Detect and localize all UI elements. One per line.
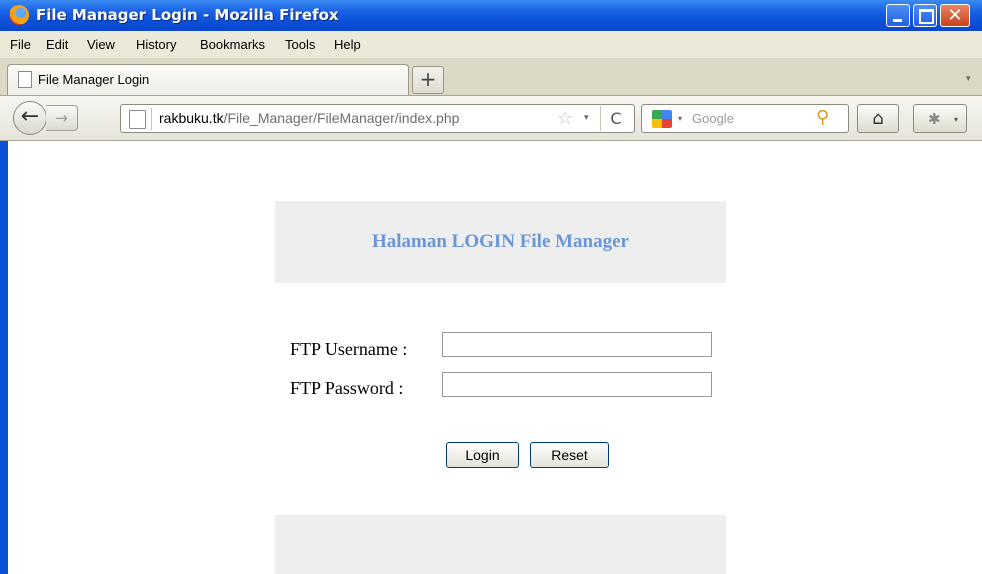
navigation-toolbar: ← → rakbuku.tk/File_Manager/FileManager/… [0,96,982,141]
tab-strip: File Manager Login + ▾ [0,58,982,96]
close-button[interactable]: ✕ [940,4,970,27]
tab-list-icon[interactable]: ▾ [966,74,971,84]
page-content: Halaman LOGIN File Manager FTP Username … [0,141,982,574]
url-divider [151,108,152,130]
new-tab-button[interactable]: + [412,66,444,94]
home-icon: ⌂ [872,108,884,129]
url-bar[interactable]: rakbuku.tk/File_Manager/FileManager/inde… [120,104,635,133]
url-text[interactable]: rakbuku.tk/File_Manager/FileManager/inde… [159,110,459,126]
page-icon [18,71,32,88]
plus-icon: + [419,67,437,91]
url-host: rakbuku.tk [159,110,224,126]
addon-button[interactable]: ✱ ▾ [913,104,967,133]
back-icon: ← [20,104,40,129]
login-header-box: Halaman LOGIN File Manager [275,201,726,283]
menu-file[interactable]: File [10,37,31,52]
window-title: File Manager Login - Mozilla Firefox [36,6,339,24]
search-input[interactable]: Google [692,111,734,126]
search-icon[interactable]: ⚲ [816,107,829,128]
home-button[interactable]: ⌂ [857,104,899,133]
maximize-button[interactable] [913,4,937,27]
reload-button[interactable]: C [600,106,631,131]
username-input[interactable] [442,332,712,357]
forward-button[interactable]: → [46,105,78,131]
search-bar[interactable]: ▾ Google ⚲ [641,104,849,133]
url-path: /File_Manager/FileManager/index.php [223,110,460,126]
reset-button[interactable]: Reset [530,442,609,468]
close-icon: ✕ [947,5,963,26]
search-engine-dropdown-icon[interactable]: ▾ [678,114,682,123]
google-icon[interactable] [652,110,672,128]
url-dropdown-icon[interactable]: ▾ [584,113,589,123]
window-titlebar[interactable]: File Manager Login - Mozilla Firefox ✕ [0,0,982,32]
menu-view[interactable]: View [87,37,115,52]
back-button[interactable]: ← [13,101,47,135]
firefox-logo-icon [9,5,29,25]
username-label: FTP Username : [290,339,408,359]
tab-label: File Manager Login [38,72,150,87]
tab-file-manager-login[interactable]: File Manager Login [7,64,409,95]
menu-help[interactable]: Help [334,37,361,52]
addon-icon: ✱ [928,110,941,128]
page-icon [129,110,146,129]
menu-bookmarks[interactable]: Bookmarks [200,37,265,52]
password-label: FTP Password : [290,378,404,398]
menubar: File Edit View History Bookmarks Tools H… [0,31,982,58]
addon-dropdown-icon[interactable]: ▾ [954,115,958,124]
menu-edit[interactable]: Edit [46,37,68,52]
menu-history[interactable]: History [136,37,176,52]
reload-icon: C [610,109,622,128]
footer-box [275,515,726,574]
minimize-button[interactable] [886,4,910,27]
bookmark-star-icon[interactable]: ☆ [557,108,573,129]
password-input[interactable] [442,372,712,397]
forward-icon: → [55,109,68,127]
login-button[interactable]: Login [446,442,519,468]
menu-tools[interactable]: Tools [285,37,315,52]
page-title: Halaman LOGIN File Manager [371,231,629,252]
